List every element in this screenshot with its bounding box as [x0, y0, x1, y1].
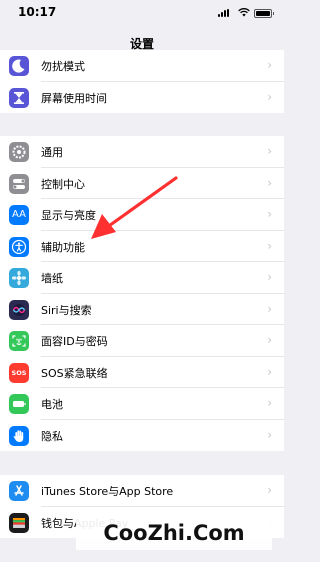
settings-row-siri-search[interactable]: Siri与搜索 ›: [0, 294, 284, 325]
chevron-right-icon: ›: [267, 270, 272, 284]
settings-row-emergency-sos[interactable]: SOS SOS紧急联络 ›: [0, 357, 284, 388]
gear-icon: [9, 142, 29, 162]
signal-icon: [218, 9, 232, 17]
hourglass-icon: [9, 87, 29, 108]
settings-row-accessibility[interactable]: 辅助功能 ›: [0, 231, 284, 262]
settings-row-label: 辅助功能: [41, 240, 85, 254]
chevron-right-icon: ›: [267, 483, 272, 497]
battery-status-icon: [254, 9, 274, 18]
accessibility-icon: [9, 236, 29, 257]
settings-row-privacy[interactable]: 隐私 ›: [0, 420, 284, 452]
battery-icon: [9, 394, 29, 414]
siri-icon: [9, 299, 29, 320]
chevron-right-icon: ›: [267, 364, 272, 379]
chevron-right-icon: ›: [267, 144, 272, 158]
settings-row-label: 面容ID与密码: [41, 335, 108, 348]
hand-icon: [9, 425, 29, 446]
settings-row-do-not-disturb[interactable]: 勿扰模式 ›: [0, 50, 284, 82]
status-bar: 10:17: [0, 0, 284, 26]
settings-row-label: 隐私: [41, 429, 63, 443]
face-id-icon: [9, 331, 29, 351]
app-store-icon: [9, 481, 29, 501]
chevron-right-icon: ›: [267, 396, 272, 410]
toggles-icon: [9, 173, 29, 194]
chevron-right-icon: ›: [267, 175, 272, 190]
settings-row-itunes-app-store[interactable]: iTunes Store与App Store ›: [0, 475, 284, 507]
settings-row-screen-time[interactable]: 屏幕使用时间 ›: [0, 82, 284, 114]
text-size-icon: AA: [9, 205, 29, 225]
settings-row-label: SOS紧急联络: [41, 366, 108, 380]
settings-row-label: 通用: [41, 146, 63, 159]
settings-row-label: 控制中心: [41, 177, 85, 191]
settings-row-label: iTunes Store与App Store: [41, 485, 174, 498]
watermark: CooZhi.Com: [76, 516, 272, 550]
chevron-right-icon: ›: [267, 207, 272, 221]
settings-row-label: 屏幕使用时间: [41, 91, 107, 105]
settings-row-battery[interactable]: 电池 ›: [0, 388, 284, 420]
wifi-icon: [238, 8, 250, 17]
settings-row-label: 显示与亮度: [41, 209, 96, 222]
chevron-right-icon: ›: [267, 89, 272, 104]
settings-row-display-brightness[interactable]: AA 显示与亮度 ›: [0, 199, 284, 231]
settings-group-general: 通用 › 控制中心 › AA 显示与亮度 › 辅助功能 › 墙纸 › Siri与…: [0, 136, 284, 451]
sos-icon: SOS: [9, 362, 29, 383]
settings-row-label: 墙纸: [41, 272, 63, 285]
settings-row-label: Siri与搜索: [41, 303, 92, 317]
settings-row-face-id-passcode[interactable]: 面容ID与密码 ›: [0, 325, 284, 357]
chevron-right-icon: ›: [267, 427, 272, 442]
moon-icon: [9, 56, 29, 76]
settings-row-label: 电池: [41, 398, 63, 411]
settings-row-general[interactable]: 通用 ›: [0, 136, 284, 168]
settings-row-wallpaper[interactable]: 墙纸 ›: [0, 262, 284, 294]
chevron-right-icon: ›: [267, 58, 272, 72]
wallet-icon: [9, 512, 29, 533]
settings-group-focus: 勿扰模式 › 屏幕使用时间 ›: [0, 50, 284, 113]
chevron-right-icon: ›: [267, 333, 272, 347]
settings-row-label: 勿扰模式: [41, 60, 85, 73]
wallpaper-icon: [9, 268, 29, 288]
chevron-right-icon: ›: [267, 301, 272, 316]
chevron-right-icon: ›: [267, 238, 272, 253]
status-time: 10:17: [18, 5, 57, 19]
settings-row-control-center[interactable]: 控制中心 ›: [0, 168, 284, 199]
